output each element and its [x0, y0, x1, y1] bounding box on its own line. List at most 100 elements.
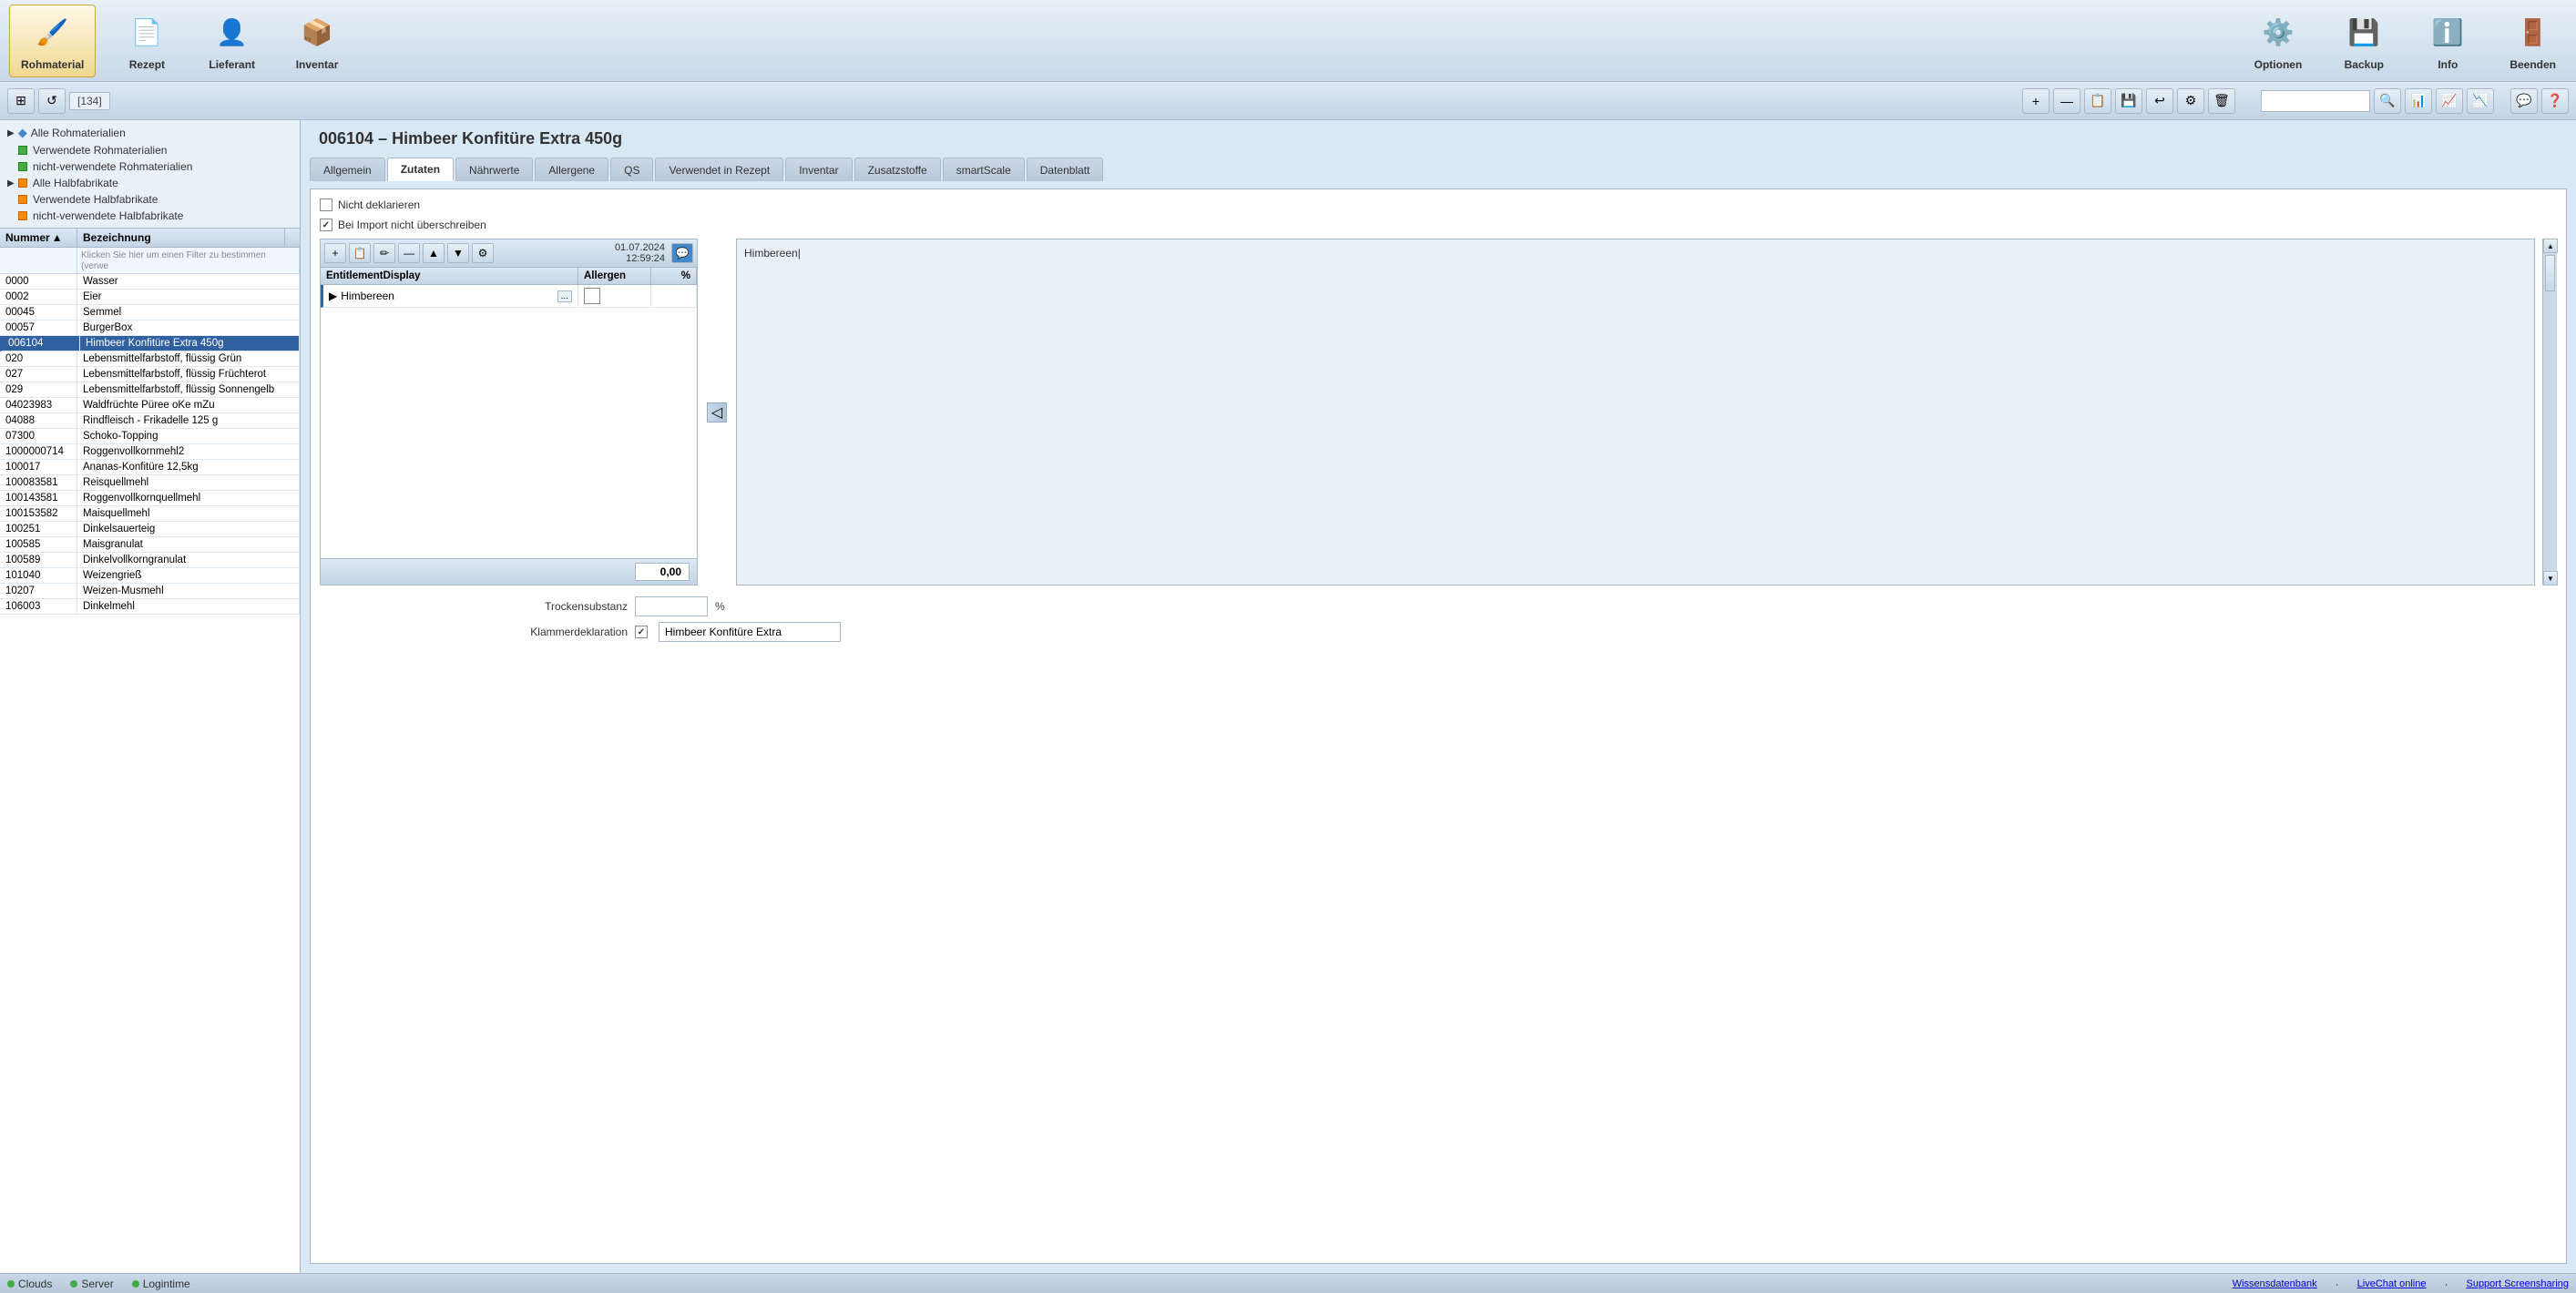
table-row[interactable]: 0002 Eier — [0, 290, 300, 305]
tab-allergene[interactable]: Allergene — [535, 158, 608, 181]
delete-record-button[interactable]: 🗑 — [2208, 88, 2235, 114]
tree-item-nicht-verwendete-halbfabrikate[interactable]: nicht-verwendete Halbfabrikate — [4, 208, 296, 224]
table-row[interactable]: 100251 Dinkelsauerteig — [0, 522, 300, 537]
tab-zusatzstoffe[interactable]: Zusatzstoffe — [854, 158, 941, 181]
klammerdeklaration-input[interactable] — [659, 622, 841, 642]
inner-col-allergen: Allergen — [578, 268, 651, 284]
table-row[interactable]: 100083581 Reisquellmehl — [0, 475, 300, 491]
server-label: Server — [81, 1278, 113, 1290]
inner-remove-button[interactable]: — — [398, 243, 420, 263]
screensharing-link[interactable]: Support Screensharing — [2466, 1278, 2569, 1289]
inner-up-button[interactable]: ▲ — [423, 243, 445, 263]
tab-verwendet-in-rezept[interactable]: Verwendet in Rezept — [655, 158, 783, 181]
table-row[interactable]: 020 Lebensmittelfarbstoff, flüssig Grün — [0, 351, 300, 367]
tab-naehrwerte[interactable]: Nährwerte — [455, 158, 533, 181]
info-button[interactable]: ℹ️ Info — [2415, 5, 2480, 76]
tab-qs[interactable]: QS — [610, 158, 653, 181]
undo-record-button[interactable]: ↩ — [2146, 88, 2173, 114]
livechat-link[interactable]: LiveChat online — [2357, 1278, 2427, 1289]
inner-down-button[interactable]: ▼ — [447, 243, 469, 263]
remove-record-button[interactable]: — — [2053, 88, 2080, 114]
tree-item-alle-halbfabrikate[interactable]: ▶ Alle Halbfabrikate — [4, 175, 296, 191]
tab-inventar[interactable]: Inventar — [785, 158, 852, 181]
search-prev-button[interactable]: 📈 — [2436, 88, 2463, 114]
refresh-button[interactable]: ↺ — [38, 88, 66, 114]
table-row[interactable]: 029 Lebensmittelfarbstoff, flüssig Sonne… — [0, 382, 300, 398]
optionen-button[interactable]: ⚙️ Optionen — [2244, 5, 2314, 76]
tree-item-nicht-verwendete-rohmaterialien[interactable]: nicht-verwendete Rohmaterialien — [4, 158, 296, 175]
tab-smartscale[interactable]: smartScale — [943, 158, 1025, 181]
table-row[interactable]: 100153582 Maisquellmehl — [0, 506, 300, 522]
beenden-button[interactable]: 🚪 Beenden — [2499, 5, 2567, 76]
table-row[interactable]: 0000 Wasser — [0, 274, 300, 290]
datetime-display: 01.07.2024 12:59:24 — [615, 242, 665, 264]
tab-zutaten[interactable]: Zutaten — [387, 158, 454, 181]
table-row[interactable]: 10207 Weizen-Musmehl — [0, 584, 300, 599]
inner-comment-button[interactable]: 💬 — [671, 243, 693, 263]
table-row[interactable]: 027 Lebensmittelfarbstoff, flüssig Früch… — [0, 367, 300, 382]
allergen-checkbox[interactable] — [584, 288, 600, 304]
toggle-panel-button[interactable]: ⊞ — [7, 88, 35, 114]
tab-allgemein[interactable]: Allgemein — [310, 158, 385, 181]
search-button[interactable]: 🔍 — [2374, 88, 2401, 114]
inner-table-row[interactable]: ▶ Himbereen ... — [321, 285, 697, 308]
table-row[interactable]: 100589 Dinkelvollkorngranulat — [0, 553, 300, 568]
table-row[interactable]: 1000000714 Roggenvollkornmehl2 — [0, 444, 300, 460]
table-row-selected[interactable]: 006104 Himbeer Konfitüre Extra 450g — [0, 336, 300, 351]
description-area[interactable]: Himbereen — [736, 239, 2535, 585]
table-row[interactable]: 100017 Ananas-Konfitüre 12,5kg — [0, 460, 300, 475]
tree-expand-icon: ▶ — [7, 178, 15, 188]
table-row[interactable]: 100585 Maisgranulat — [0, 537, 300, 553]
lieferant-button[interactable]: 👤 Lieferant — [198, 5, 266, 76]
scrollbar-thumb[interactable] — [2545, 255, 2555, 291]
table-row[interactable]: 106003 Dinkelmehl — [0, 599, 300, 615]
inventar-label: Inventar — [296, 58, 339, 71]
inner-edit-button[interactable]: ✏ — [373, 243, 395, 263]
filter-bezeichnung-cell: Klicken Sie hier um einen Filter zu best… — [77, 248, 300, 273]
tree-item-alle-rohmaterialien[interactable]: ▶ ◆ Alle Rohmaterialien — [4, 124, 296, 142]
table-row[interactable]: 04088 Rindfleisch - Frikadelle 125 g — [0, 413, 300, 429]
tree-item-verwendete-rohmaterialien[interactable]: Verwendete Rohmaterialien — [4, 142, 296, 158]
column-header-bezeichnung[interactable]: Bezeichnung — [77, 229, 285, 247]
nicht-deklarieren-label: Nicht deklarieren — [338, 199, 420, 211]
search-input[interactable] — [2261, 90, 2370, 112]
copy-record-button[interactable]: 📋 — [2084, 88, 2111, 114]
browse-button[interactable]: ... — [557, 290, 572, 302]
search-next-button[interactable]: 📊 — [2405, 88, 2432, 114]
rezept-button[interactable]: 📄 Rezept — [114, 5, 179, 76]
zutaten-table-container: + 📋 ✏ — ▲ ▼ ⚙ 01.07.2024 12:59:24 💬 — [320, 239, 698, 585]
tab-datenblatt[interactable]: Datenblatt — [1027, 158, 1104, 181]
table-row[interactable]: 00045 Semmel — [0, 305, 300, 321]
inventar-button[interactable]: 📦 Inventar — [284, 5, 350, 76]
inner-add-button[interactable]: + — [324, 243, 346, 263]
settings-record-button[interactable]: ⚙ — [2177, 88, 2204, 114]
inner-copy-button[interactable]: 📋 — [349, 243, 371, 263]
table-row[interactable]: 00057 BurgerBox — [0, 321, 300, 336]
table-row[interactable]: 04023983 Waldfrüchte Püree oKe mZu — [0, 398, 300, 413]
column-header-nummer[interactable]: Nummer ▲ — [0, 229, 77, 247]
rohmaterial-button[interactable]: 🖌️ Rohmaterial — [9, 5, 96, 77]
comment-button[interactable]: 💬 — [2510, 88, 2538, 114]
tabs-bar: Allgemein Zutaten Nährwerte Allergene QS… — [310, 158, 2567, 181]
save-record-button[interactable]: 💾 — [2115, 88, 2142, 114]
klammerdeklaration-checkbox[interactable] — [635, 626, 648, 638]
table-header: Nummer ▲ Bezeichnung — [0, 229, 300, 248]
inner-settings-button[interactable]: ⚙ — [472, 243, 494, 263]
table-row[interactable]: 100143581 Roggenvollkornquellmehl — [0, 491, 300, 506]
backup-button[interactable]: 💾 Backup — [2331, 5, 2397, 76]
wissensdatenbank-link[interactable]: Wissensdatenbank — [2233, 1278, 2317, 1289]
scroll-track[interactable] — [2543, 253, 2557, 571]
table-row[interactable]: 101040 Weizengrieß — [0, 568, 300, 584]
add-record-button[interactable]: + — [2022, 88, 2050, 114]
scroll-down-arrow[interactable]: ▼ — [2543, 571, 2558, 585]
help-button[interactable]: ❓ — [2541, 88, 2569, 114]
nicht-deklarieren-checkbox[interactable] — [320, 199, 332, 211]
search-options-button[interactable]: 📉 — [2467, 88, 2494, 114]
table-row[interactable]: 07300 Schoko-Topping — [0, 429, 300, 444]
tree-item-verwendete-halbfabrikate[interactable]: Verwendete Halbfabrikate — [4, 191, 296, 208]
trockensubstanz-input[interactable] — [635, 596, 708, 616]
cell-bezeichnung: Wasser — [77, 274, 300, 289]
bei-import-checkbox[interactable] — [320, 219, 332, 231]
scroll-up-arrow[interactable]: ▲ — [2543, 239, 2558, 253]
cell-bezeichnung: Lebensmittelfarbstoff, flüssig Sonnengel… — [77, 382, 300, 397]
